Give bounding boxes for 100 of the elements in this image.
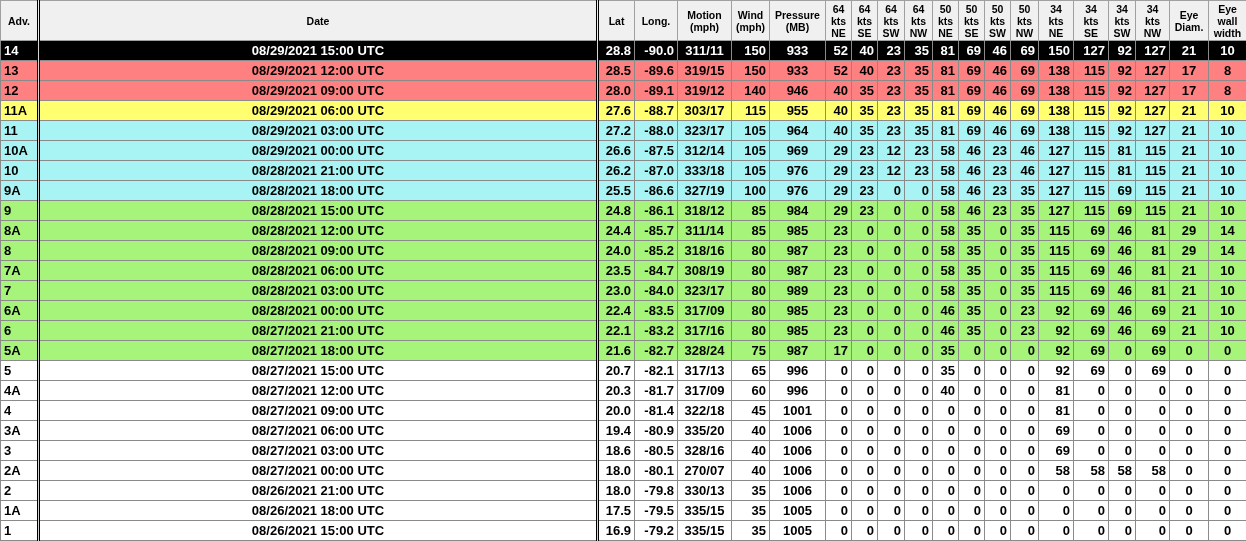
table-cell: 08/26/2021 18:00 UTC [38,500,598,521]
table-row[interactable]: 4 08/27/2021 09:00 UTC 20.0 -81.4 322/18 45 1001 0 0 0 0 0 0 0 0 81 0 0 0 0 0 [0,400,1246,421]
table-cell: 08/28/2021 18:00 UTC [38,180,598,201]
column-header[interactable]: 50 kts NW [1010,0,1039,41]
table-row[interactable]: 10 08/28/2021 21:00 UTC 26.2 -87.0 333/18 105 976 29 23 12 23 58 46 23 46 127 115 81 115 21 10 [0,160,1246,181]
column-header[interactable]: 34 kts SW [1108,0,1136,41]
column-header[interactable]: Lat [597,0,635,41]
column-header[interactable]: 64 kts NW [904,0,933,41]
column-header[interactable]: 64 kts SE [851,0,878,41]
table-cell: 08/28/2021 00:00 UTC [38,300,598,321]
table-cell: 3 [0,440,39,461]
table-cell: 28.0 [597,80,635,101]
table-cell: 25.5 [597,180,635,201]
table-row[interactable]: 7A 08/28/2021 06:00 UTC 23.5 -84.7 308/19 80 987 23 0 0 0 58 35 0 35 115 69 46 81 21 10 [0,260,1246,281]
table-cell: 08/29/2021 09:00 UTC [38,80,598,101]
column-header[interactable]: 34 kts NW [1135,0,1170,41]
column-header[interactable]: 34 kts SE [1073,0,1109,41]
table-row[interactable]: 11A 08/29/2021 06:00 UTC 27.6 -88.7 303/17 115 955 40 35 23 35 81 69 46 69 138 115 92 127 21 10 [0,100,1246,121]
table-cell: 08/28/2021 12:00 UTC [38,220,598,241]
table-cell: 18.0 [597,460,635,481]
table-cell: 27.6 [597,100,635,121]
table-cell: 22.1 [597,320,635,341]
column-header[interactable]: Wind (mph) [731,0,770,41]
table-cell: 08/26/2021 21:00 UTC [38,480,598,501]
table-row[interactable]: 2A 08/27/2021 00:00 UTC 18.0 -80.1 270/07 40 1006 0 0 0 0 0 0 0 0 58 58 58 58 0 0 [0,460,1246,481]
table-cell: 08/29/2021 06:00 UTC [38,100,598,121]
column-header[interactable]: 64 kts NE [825,0,852,41]
table-cell: 08/29/2021 12:00 UTC [38,60,598,81]
table-cell: 10A [0,140,39,161]
table-cell: 1A [0,500,39,521]
table-cell: 08/27/2021 18:00 UTC [38,340,598,361]
column-header[interactable]: Pressure (MB) [769,0,826,41]
table-cell: 17.5 [597,500,635,521]
column-header[interactable]: Long. [634,0,678,41]
table-cell: 22.4 [597,300,635,321]
table-cell: 23.5 [597,260,635,281]
column-header[interactable]: 34 kts NE [1038,0,1074,41]
table-cell: 27.2 [597,120,635,141]
table-row[interactable]: 7 08/28/2021 03:00 UTC 23.0 -84.0 323/17 80 989 23 0 0 0 58 35 0 35 115 69 46 81 21 10 [0,280,1246,301]
table-cell: 08/27/2021 00:00 UTC [38,460,598,481]
table-cell: 3A [0,420,39,441]
column-header[interactable]: Eye wall width [1208,0,1246,41]
table-cell: 08/26/2021 15:00 UTC [38,520,598,541]
table-cell: 21.6 [597,340,635,361]
table-row[interactable]: 9 08/28/2021 15:00 UTC 24.8 -86.1 318/12 85 984 29 23 0 0 58 46 23 35 127 115 69 115 21 10 [0,200,1246,221]
table-cell: 08/27/2021 09:00 UTC [38,400,598,421]
table-cell: 13 [0,60,39,81]
table-cell: 7A [0,260,39,281]
table-row[interactable]: 4A 08/27/2021 12:00 UTC 20.3 -81.7 317/09 60 996 0 0 0 0 40 0 0 0 81 0 0 0 0 0 [0,380,1246,401]
table-cell: 19.4 [597,420,635,441]
column-header[interactable]: Adv. [0,0,39,41]
table-row[interactable]: 6 08/27/2021 21:00 UTC 22.1 -83.2 317/16 80 985 23 0 0 0 46 35 0 23 92 69 46 69 21 10 [0,320,1246,341]
table-cell: 6A [0,300,39,321]
table-row[interactable]: 3A 08/27/2021 06:00 UTC 19.4 -80.9 335/20 40 1006 0 0 0 0 0 0 0 0 69 0 0 0 0 0 [0,420,1246,441]
table-row[interactable]: 9A 08/28/2021 18:00 UTC 25.5 -86.6 327/19 100 976 29 23 0 0 58 46 23 35 127 115 69 115 21 10 [0,180,1246,201]
table-cell: 4A [0,380,39,401]
table-cell: 24.8 [597,200,635,221]
table-row[interactable]: 10A 08/29/2021 00:00 UTC 26.6 -87.5 312/14 105 969 29 23 12 23 58 46 23 46 127 115 81 115 21 10 [0,140,1246,161]
table-cell: 10 [0,160,39,181]
table-row[interactable]: 14 08/29/2021 15:00 UTC 28.8 -90.0 311/11 150 933 52 40 23 35 81 69 46 69 150 127 92 127 21 10 [0,40,1246,61]
column-header[interactable]: Date [38,0,598,41]
table-row[interactable]: 3 08/27/2021 03:00 UTC 18.6 -80.5 328/16 40 1006 0 0 0 0 0 0 0 0 69 0 0 0 0 0 [0,440,1246,461]
column-header[interactable]: Motion (mph) [677,0,732,41]
table-cell: 1 [0,520,39,541]
table-row[interactable]: 11 08/29/2021 03:00 UTC 27.2 -88.0 323/17 105 964 40 35 23 35 81 69 46 69 138 115 92 127 21 10 [0,120,1246,141]
table-cell: 20.0 [597,400,635,421]
table-cell: 5 [0,360,39,381]
table-cell: 28.8 [597,40,635,61]
table-row[interactable]: 12 08/29/2021 09:00 UTC 28.0 -89.1 319/12 140 946 40 35 23 35 81 69 46 69 138 115 92 127 17 8 [0,80,1246,101]
table-cell: 08/29/2021 03:00 UTC [38,120,598,141]
column-header[interactable]: 64 kts SW [877,0,905,41]
table-cell: 08/27/2021 03:00 UTC [38,440,598,461]
table-cell: 7 [0,280,39,301]
table-cell: 9 [0,200,39,221]
table-row[interactable]: 5 08/27/2021 15:00 UTC 20.7 -82.1 317/13 65 996 0 0 0 0 35 0 0 0 92 69 0 69 0 0 [0,360,1246,381]
column-header[interactable]: 50 kts NE [932,0,959,41]
table-cell: 14 [0,40,39,61]
table-cell: 16.9 [597,520,635,541]
table-row[interactable]: 2 08/26/2021 21:00 UTC 18.0 -79.8 330/13 35 1006 0 0 0 0 0 0 0 0 0 0 0 0 0 0 [0,480,1246,501]
table-row[interactable]: 1 08/26/2021 15:00 UTC 16.9 -79.2 335/15 35 1005 0 0 0 0 0 0 0 0 0 0 0 0 0 0 [0,520,1246,541]
column-header[interactable]: 50 kts SW [984,0,1011,41]
column-header[interactable]: 50 kts SE [958,0,985,41]
table-row[interactable]: 1A 08/26/2021 18:00 UTC 17.5 -79.5 335/15 35 1005 0 0 0 0 0 0 0 0 0 0 0 0 0 0 [0,500,1246,521]
table-cell: 2A [0,460,39,481]
column-header[interactable]: Eye Diam. [1169,0,1209,41]
table-cell: 8 [0,240,39,261]
table-row[interactable]: 6A 08/28/2021 00:00 UTC 22.4 -83.5 317/09 80 985 23 0 0 0 46 35 0 23 92 69 46 69 21 10 [0,300,1246,321]
table-cell: 08/28/2021 03:00 UTC [38,280,598,301]
table-cell: 9A [0,180,39,201]
table-row[interactable]: 5A 08/27/2021 18:00 UTC 21.6 -82.7 328/24 75 987 17 0 0 0 35 0 0 0 92 69 0 69 0 0 [0,340,1246,361]
table-row[interactable]: 8 08/28/2021 09:00 UTC 24.0 -85.2 318/16 80 987 23 0 0 0 58 35 0 35 115 69 46 81 29 14 [0,240,1246,261]
table-cell: 08/29/2021 15:00 UTC [38,40,598,61]
table-cell: 4 [0,400,39,421]
table-cell: 18.6 [597,440,635,461]
table-row[interactable]: 13 08/29/2021 12:00 UTC 28.5 -89.6 319/15 150 933 52 40 23 35 81 69 46 69 138 115 92 127 17 8 [0,60,1246,81]
table-row[interactable]: 8A 08/28/2021 12:00 UTC 24.4 -85.7 311/14 85 985 23 0 0 0 58 35 0 35 115 69 46 81 29 14 [0,220,1246,241]
table-cell: 26.2 [597,160,635,181]
table-cell: 5A [0,340,39,361]
table-cell: 12 [0,80,39,101]
table-cell: 6 [0,320,39,341]
